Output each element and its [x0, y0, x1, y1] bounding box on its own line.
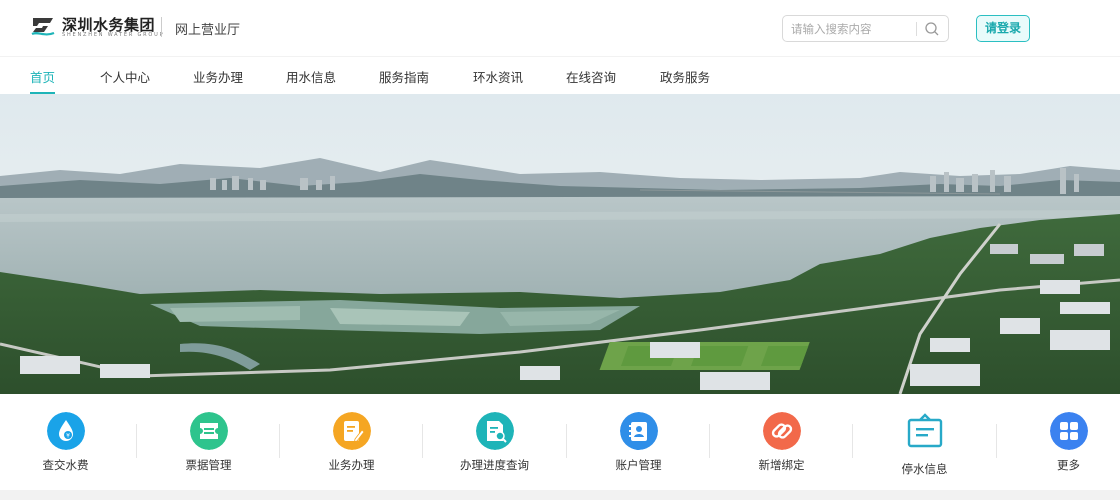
progress-search-icon	[475, 412, 514, 450]
svg-text:¥: ¥	[66, 433, 70, 440]
nav-item-online-consult[interactable]: 在线咨询	[566, 67, 616, 94]
account-icon	[619, 412, 658, 450]
link-icon	[762, 412, 801, 450]
service-water-outage[interactable]: 停水信息	[853, 394, 996, 490]
logo-subtitle: SHENZHEN WATER GROUP	[62, 32, 165, 38]
search-input[interactable]	[791, 20, 913, 38]
nav-item-service-guide[interactable]: 服务指南	[379, 67, 429, 94]
service-water-bill[interactable]: ¥ 查交水费	[0, 394, 137, 490]
service-invoice[interactable]: 票据管理	[137, 394, 280, 490]
header: 深圳水务集团 SHENZHEN WATER GROUP 网上营业厅 请登录	[0, 0, 1120, 56]
service-label: 更多	[1057, 458, 1080, 472]
section-divider-strip	[0, 490, 1120, 500]
nav-item-news[interactable]: 环水资讯	[473, 67, 523, 94]
notice-board-icon	[907, 413, 942, 448]
service-new-binding[interactable]: 新增绑定	[710, 394, 853, 490]
nav-item-business[interactable]: 业务办理	[193, 67, 243, 94]
nav-item-personal-center[interactable]: 个人中心	[100, 67, 150, 94]
service-label: 账户管理	[615, 458, 662, 472]
water-bill-icon: ¥	[46, 412, 85, 450]
search-separator	[916, 22, 917, 36]
nav-item-water-info[interactable]: 用水信息	[286, 67, 336, 94]
quick-services: ¥ 查交水费 票据管理 业务办理 办理进度查询 账户管理 新增绑定 停水信息 更…	[0, 394, 1120, 490]
service-more[interactable]: 更多	[997, 394, 1120, 490]
business-edit-icon	[332, 412, 371, 450]
logo-divider	[161, 17, 162, 37]
search-icon[interactable]	[922, 20, 942, 38]
hall-name: 网上营业厅	[175, 23, 241, 38]
search-box	[782, 15, 949, 42]
service-label: 业务办理	[328, 458, 375, 472]
service-business[interactable]: 业务办理	[280, 394, 423, 490]
service-label: 办理进度查询	[460, 458, 529, 472]
logo[interactable]: 深圳水务集团 SHENZHEN WATER GROUP	[30, 14, 163, 40]
nav-item-government-service[interactable]: 政务服务	[660, 67, 710, 94]
bay-landscape-image	[0, 94, 1120, 394]
shenzhen-water-logo-icon	[31, 18, 55, 36]
login-button[interactable]: 请登录	[976, 15, 1030, 42]
service-label: 票据管理	[185, 458, 232, 472]
service-label: 停水信息	[901, 462, 948, 476]
hero-banner-image[interactable]	[0, 94, 1120, 394]
service-progress-query[interactable]: 办理进度查询	[423, 394, 566, 490]
service-account[interactable]: 账户管理	[567, 394, 710, 490]
service-label: 查交水费	[42, 458, 89, 472]
nav-item-home[interactable]: 首页	[30, 67, 56, 94]
main-nav: 首页 个人中心 业务办理 用水信息 服务指南 环水资讯 在线咨询 政务服务	[0, 56, 1120, 94]
service-label: 新增绑定	[758, 458, 805, 472]
more-grid-icon	[1049, 412, 1088, 450]
invoice-icon	[189, 412, 228, 450]
